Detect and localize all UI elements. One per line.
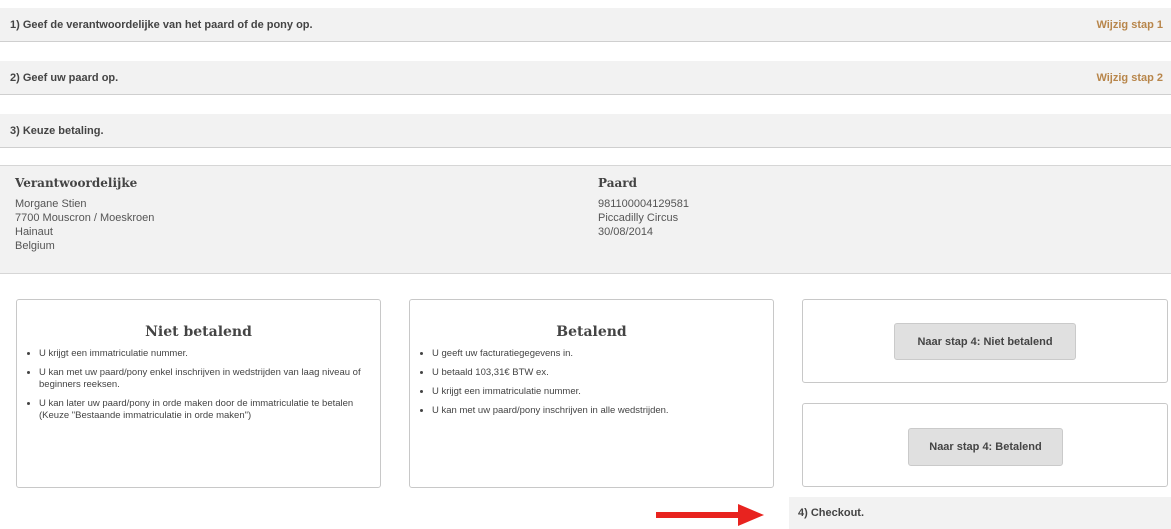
list-item: U kan met uw paard/pony enkel inschrijve… <box>39 367 364 391</box>
betalend-list: U geeft uw facturatiegegevens in. U beta… <box>410 348 773 417</box>
step-2-bar: 2) Geef uw paard op. Wijzig stap 2 <box>0 61 1171 95</box>
step-4-title: 4) Checkout. <box>798 507 865 519</box>
step-3-title: 3) Keuze betaling. <box>10 124 104 137</box>
step-2-title: 2) Geef uw paard op. <box>10 71 119 84</box>
responsible-country: Belgium <box>15 240 55 252</box>
summary-panel: Verantwoordelijke Morgane Stien 7700 Mou… <box>0 165 1171 274</box>
horse-birthdate: 30/08/2014 <box>598 226 654 238</box>
edit-step-1-link[interactable]: Wijzig stap 1 <box>1096 19 1163 31</box>
niet-betalend-title: Niet betalend <box>145 324 252 340</box>
horse-summary: Paard 981100004129581 Piccadilly Circus … <box>598 176 689 239</box>
niet-betalend-list: U krijgt een immatriculatie nummer. U ka… <box>17 348 380 422</box>
responsible-summary: Verantwoordelijke Morgane Stien 7700 Mou… <box>15 176 154 253</box>
arrow-right-icon <box>656 504 764 526</box>
niet-betalend-card: Niet betalend U krijgt een immatriculati… <box>16 299 381 488</box>
step-1-bar: 1) Geef de verantwoordelijke van het paa… <box>0 8 1171 42</box>
horse-heading: Paard <box>598 176 637 190</box>
step-1-title: 1) Geef de verantwoordelijke van het paa… <box>10 18 313 31</box>
next-step-niet-betalend-button[interactable]: Naar stap 4: Niet betalend <box>894 323 1076 360</box>
niet-betalend-button-box: Naar stap 4: Niet betalend <box>802 299 1168 383</box>
edit-step-2-link[interactable]: Wijzig stap 2 <box>1096 72 1163 84</box>
step-4-bar: 4) Checkout. <box>789 497 1171 529</box>
responsible-province: Hainaut <box>15 226 53 238</box>
step-3-bar: 3) Keuze betaling. <box>0 114 1171 148</box>
responsible-name: Morgane Stien <box>15 198 87 210</box>
list-item: U kan met uw paard/pony inschrijven in a… <box>432 405 757 417</box>
betalend-title: Betalend <box>556 324 627 340</box>
horse-chip-number: 981100004129581 <box>598 198 689 210</box>
list-item: U kan later uw paard/pony in orde maken … <box>39 398 364 422</box>
next-step-betalend-button[interactable]: Naar stap 4: Betalend <box>908 428 1063 466</box>
responsible-heading: Verantwoordelijke <box>15 176 138 190</box>
list-item: U betaald 103,31€ BTW ex. <box>432 367 757 379</box>
list-item: U krijgt een immatriculatie nummer. <box>39 348 364 360</box>
betalend-button-box: Naar stap 4: Betalend <box>802 403 1168 487</box>
betalend-card: Betalend U geeft uw facturatiegegevens i… <box>409 299 774 488</box>
list-item: U krijgt een immatriculatie nummer. <box>432 386 757 398</box>
list-item: U geeft uw facturatiegegevens in. <box>432 348 757 360</box>
horse-name: Piccadilly Circus <box>598 212 679 224</box>
responsible-city: 7700 Mouscron / Moeskroen <box>15 212 155 224</box>
